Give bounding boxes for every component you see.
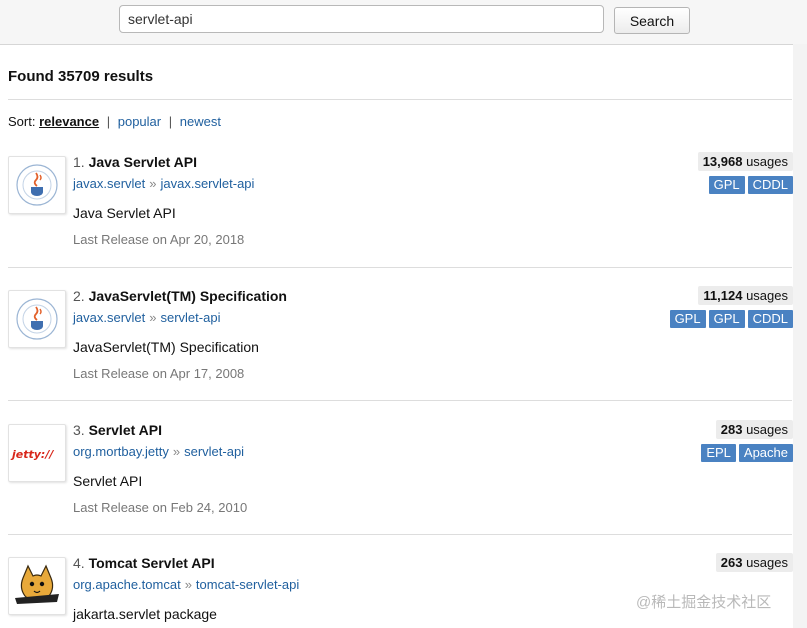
license-badges: EPL Apache	[701, 444, 793, 462]
search-input[interactable]	[119, 5, 604, 33]
result-title-line: 1. Java Servlet API	[73, 154, 197, 170]
result-release-date: Last Release on Apr 20, 2018	[73, 232, 245, 247]
usages-label: usages	[746, 555, 788, 570]
license-badge[interactable]: GPL	[708, 176, 745, 194]
result-description: Java Servlet API	[73, 205, 176, 221]
scrollbar[interactable]	[793, 44, 807, 628]
sort-relevance[interactable]: relevance	[39, 114, 99, 129]
result-number: 3.	[73, 422, 85, 438]
results-count: Found 35709 results	[8, 68, 154, 85]
search-bar: Search	[0, 0, 807, 45]
usages-count: 263	[720, 555, 743, 570]
license-badge[interactable]: Apache	[738, 444, 793, 462]
jetty-logo-text: jetty://	[10, 448, 54, 461]
result-coordinates: javax.servlet » servlet-api	[73, 310, 220, 325]
divider	[8, 400, 792, 401]
usages-badge: 263 usages	[715, 553, 793, 572]
result-title[interactable]: JavaServlet(TM) Specification	[89, 288, 287, 304]
usages-label: usages	[746, 154, 788, 169]
usages-badge: 283 usages	[715, 420, 793, 439]
result-description: Servlet API	[73, 473, 143, 489]
group-link[interactable]: org.apache.tomcat	[73, 577, 181, 592]
java-community-process-logo-icon[interactable]	[8, 156, 66, 214]
result-title[interactable]: Java Servlet API	[89, 154, 197, 170]
result-description: JavaServlet(TM) Specification	[73, 339, 259, 355]
artifact-link[interactable]: tomcat-servlet-api	[196, 577, 299, 592]
result-coordinates: javax.servlet » javax.servlet-api	[73, 176, 254, 191]
watermark: @稀土掘金技术社区	[636, 594, 772, 611]
coordinate-arrow: »	[172, 444, 181, 459]
license-badge[interactable]: CDDL	[747, 176, 793, 194]
usages-label: usages	[746, 422, 788, 437]
sort-separator: |	[106, 114, 111, 129]
java-community-process-logo-icon[interactable]	[8, 290, 66, 348]
result-title-line: 4. Tomcat Servlet API	[73, 555, 215, 571]
result-title-line: 2. JavaServlet(TM) Specification	[73, 288, 287, 304]
usages-count: 283	[720, 422, 743, 437]
usages-label: usages	[746, 288, 788, 303]
license-badge[interactable]: GPL	[669, 310, 706, 328]
result-title[interactable]: Tomcat Servlet API	[89, 555, 215, 571]
result-coordinates: org.mortbay.jetty» servlet-api	[73, 444, 244, 459]
license-badges: GPL GPL CDDL	[669, 310, 793, 328]
result-release-date: Last Release on Feb 24, 2010	[73, 500, 248, 515]
license-badge[interactable]: GPL	[708, 310, 745, 328]
sort-popular[interactable]: popular	[118, 114, 161, 129]
jetty-logo-icon[interactable]: jetty://	[8, 424, 66, 482]
group-link[interactable]: javax.servlet	[73, 176, 145, 191]
result-number: 4.	[73, 555, 85, 571]
tomcat-logo-icon[interactable]	[8, 557, 66, 615]
group-link[interactable]: org.mortbay.jetty	[73, 444, 169, 459]
coordinate-arrow: »	[149, 176, 157, 191]
result-release-date: Last Release on Apr 17, 2008	[73, 366, 245, 381]
search-button[interactable]: Search	[614, 7, 690, 34]
coordinate-arrow: »	[149, 310, 157, 325]
result-coordinates: org.apache.tomcat» tomcat-servlet-api	[73, 577, 299, 592]
usages-count: 13,968	[702, 154, 743, 169]
result-title-line: 3. Servlet API	[73, 422, 162, 438]
group-link[interactable]: javax.servlet	[73, 310, 145, 325]
result-number: 2.	[73, 288, 85, 304]
artifact-link[interactable]: servlet-api	[160, 310, 220, 325]
license-badges: GPL CDDL	[708, 176, 793, 194]
usages-badge: 13,968 usages	[697, 152, 793, 171]
license-badge[interactable]: EPL	[701, 444, 736, 462]
artifact-link[interactable]: servlet-api	[184, 444, 244, 459]
usages-badge: 11,124 usages	[698, 286, 793, 305]
license-badge[interactable]: CDDL	[747, 310, 793, 328]
coordinate-arrow: »	[184, 577, 192, 592]
divider	[8, 99, 792, 100]
sort-separator: |	[168, 114, 173, 129]
sort-label: Sort:	[8, 114, 36, 129]
usages-count: 11,124	[703, 288, 743, 303]
result-number: 1.	[73, 154, 85, 170]
sort-newest[interactable]: newest	[180, 114, 221, 129]
sort-bar: Sort: relevance | popular | newest	[8, 114, 221, 129]
artifact-link[interactable]: javax.servlet-api	[160, 176, 254, 191]
divider	[8, 534, 792, 535]
divider	[8, 267, 792, 268]
result-description: jakarta.servlet package	[73, 606, 217, 622]
result-title[interactable]: Servlet API	[89, 422, 162, 438]
